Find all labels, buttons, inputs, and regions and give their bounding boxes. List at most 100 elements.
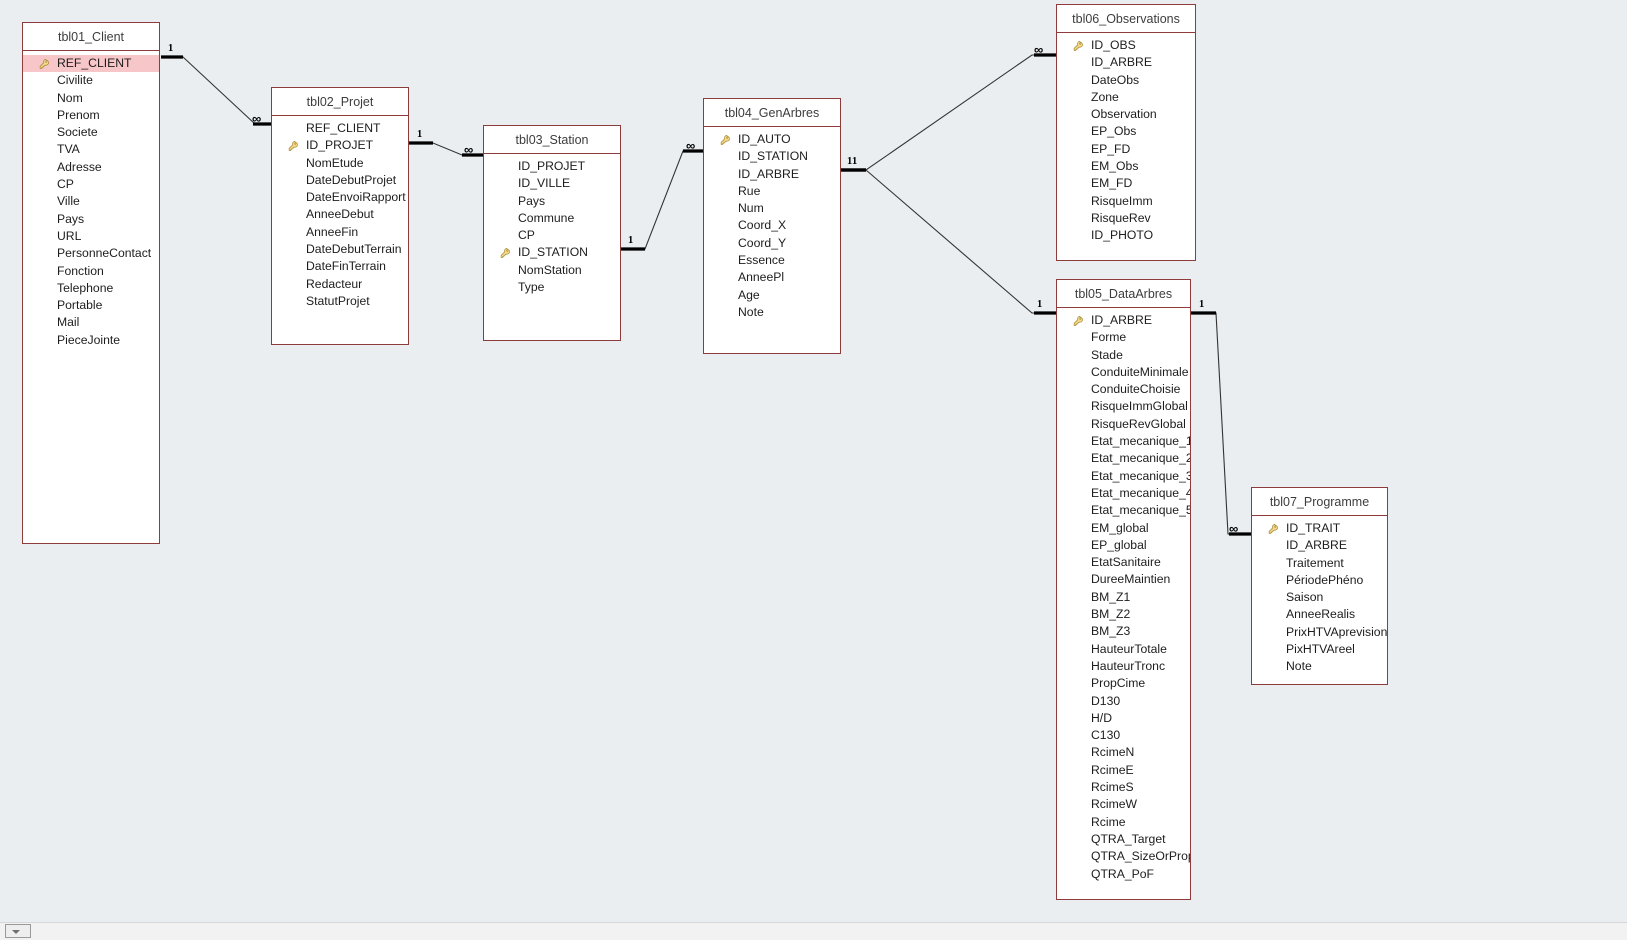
field-row[interactable]: Adresse: [23, 159, 159, 176]
field-row[interactable]: PropCime: [1057, 675, 1190, 692]
field-row[interactable]: EP_Obs: [1057, 123, 1195, 140]
field-row[interactable]: RcimeN: [1057, 744, 1190, 761]
field-row[interactable]: DureeMaintien: [1057, 571, 1190, 588]
field-row[interactable]: Note: [1252, 658, 1387, 675]
field-row[interactable]: RisqueRevGlobal: [1057, 416, 1190, 433]
field-row[interactable]: EM_FD: [1057, 175, 1195, 192]
field-row[interactable]: Age: [704, 287, 840, 304]
field-row[interactable]: BM_Z3: [1057, 623, 1190, 640]
field-row[interactable]: Num: [704, 200, 840, 217]
field-row[interactable]: AnneeDebut: [272, 206, 408, 223]
field-row[interactable]: DateDebutTerrain: [272, 241, 408, 258]
field-row[interactable]: PériodePhéno: [1252, 572, 1387, 589]
table-title-tbl03[interactable]: tbl03_Station: [484, 126, 620, 154]
field-row[interactable]: DateEnvoiRapport: [272, 189, 408, 206]
field-row[interactable]: ID_ARBRE: [1057, 54, 1195, 71]
field-row[interactable]: PrixHTVAprevision: [1252, 624, 1387, 641]
field-row[interactable]: C130: [1057, 727, 1190, 744]
field-row[interactable]: Pays: [23, 211, 159, 228]
scroll-nub-icon[interactable]: [5, 924, 31, 938]
field-row[interactable]: DateFinTerrain: [272, 258, 408, 275]
field-row[interactable]: REF_CLIENT: [23, 55, 159, 73]
table-title-tbl05[interactable]: tbl05_DataArbres: [1057, 280, 1190, 308]
field-row[interactable]: Ville: [23, 193, 159, 210]
field-row[interactable]: NomStation: [484, 262, 620, 279]
table-box-tbl05[interactable]: tbl05_DataArbres ID_ARBRE Forme Stade Condui…: [1056, 279, 1191, 900]
field-row[interactable]: EM_global: [1057, 520, 1190, 537]
table-title-tbl04[interactable]: tbl04_GenArbres: [704, 99, 840, 127]
field-row[interactable]: Pays: [484, 193, 620, 210]
field-row[interactable]: Etat_mecanique_5: [1057, 502, 1190, 519]
field-row[interactable]: RcimeW: [1057, 796, 1190, 813]
field-row[interactable]: Societe: [23, 124, 159, 141]
field-row[interactable]: ID_ARBRE: [1252, 537, 1387, 554]
field-row[interactable]: Observation: [1057, 106, 1195, 123]
field-row[interactable]: Forme: [1057, 329, 1190, 346]
field-row[interactable]: Etat_mecanique_2: [1057, 450, 1190, 467]
field-row[interactable]: Coord_Y: [704, 235, 840, 252]
field-row[interactable]: Etat_mecanique_3: [1057, 468, 1190, 485]
field-row[interactable]: Coord_X: [704, 217, 840, 234]
field-row[interactable]: BM_Z1: [1057, 589, 1190, 606]
field-row[interactable]: PixHTVAreel: [1252, 641, 1387, 658]
field-row[interactable]: H/D: [1057, 710, 1190, 727]
field-row[interactable]: ID_ARBRE: [1057, 312, 1190, 329]
field-row[interactable]: Redacteur: [272, 276, 408, 293]
field-row[interactable]: Essence: [704, 252, 840, 269]
field-row[interactable]: ID_VILLE: [484, 175, 620, 192]
field-row[interactable]: AnneeRealis: [1252, 606, 1387, 623]
field-row[interactable]: ID_PHOTO: [1057, 227, 1195, 244]
field-row[interactable]: Rue: [704, 183, 840, 200]
field-row[interactable]: Mail: [23, 314, 159, 331]
field-row[interactable]: PersonneContact: [23, 245, 159, 262]
field-row[interactable]: ID_AUTO: [704, 131, 840, 148]
field-row[interactable]: Type: [484, 279, 620, 296]
field-row[interactable]: QTRA_Target: [1057, 831, 1190, 848]
field-row[interactable]: DateObs: [1057, 72, 1195, 89]
field-row[interactable]: CP: [23, 176, 159, 193]
field-row[interactable]: PieceJointe: [23, 332, 159, 349]
field-row[interactable]: Note: [704, 304, 840, 321]
field-row[interactable]: QTRA_SizeOrPropert: [1057, 848, 1190, 865]
field-row[interactable]: EP_global: [1057, 537, 1190, 554]
field-row[interactable]: Commune: [484, 210, 620, 227]
table-title-tbl07[interactable]: tbl07_Programme: [1252, 488, 1387, 516]
field-row[interactable]: Zone: [1057, 89, 1195, 106]
field-row[interactable]: ID_PROJET: [484, 158, 620, 175]
field-row[interactable]: HauteurTotale: [1057, 641, 1190, 658]
field-row[interactable]: D130: [1057, 693, 1190, 710]
field-row[interactable]: RisqueImm: [1057, 193, 1195, 210]
field-row[interactable]: ID_OBS: [1057, 37, 1195, 54]
field-row[interactable]: REF_CLIENT: [272, 120, 408, 137]
field-row[interactable]: CP: [484, 227, 620, 244]
field-row[interactable]: EP_FD: [1057, 141, 1195, 158]
table-title-tbl06[interactable]: tbl06_Observations: [1057, 5, 1195, 33]
field-row[interactable]: ID_PROJET: [272, 137, 408, 154]
field-row[interactable]: Nom: [23, 90, 159, 107]
field-row[interactable]: Saison: [1252, 589, 1387, 606]
table-box-tbl01[interactable]: tbl01_Client REF_CLIENT Civilite Nom Prenom S…: [22, 22, 160, 544]
table-title-tbl02[interactable]: tbl02_Projet: [272, 88, 408, 116]
field-row[interactable]: ConduiteMinimale: [1057, 364, 1190, 381]
field-row[interactable]: Telephone: [23, 280, 159, 297]
field-row[interactable]: AnneePl: [704, 269, 840, 286]
field-row[interactable]: RisqueRev: [1057, 210, 1195, 227]
field-row[interactable]: ID_TRAIT: [1252, 520, 1387, 537]
field-row[interactable]: ConduiteChoisie: [1057, 381, 1190, 398]
field-row[interactable]: RcimeS: [1057, 779, 1190, 796]
field-row[interactable]: Stade: [1057, 347, 1190, 364]
field-row[interactable]: Fonction: [23, 263, 159, 280]
horizontal-scrollbar[interactable]: [0, 922, 1627, 940]
field-row[interactable]: Civilite: [23, 72, 159, 89]
table-box-tbl07[interactable]: tbl07_Programme ID_TRAIT ID_ARBRE Traitemen…: [1251, 487, 1388, 685]
table-box-tbl03[interactable]: tbl03_Station ID_PROJET ID_VILLE Pays Commun…: [483, 125, 621, 341]
field-row[interactable]: StatutProjet: [272, 293, 408, 310]
table-box-tbl04[interactable]: tbl04_GenArbres ID_AUTO ID_STATION ID_ARBRE…: [703, 98, 841, 354]
field-row[interactable]: ID_STATION: [484, 244, 620, 261]
field-row[interactable]: Portable: [23, 297, 159, 314]
table-title-tbl01[interactable]: tbl01_Client: [23, 23, 159, 51]
field-row[interactable]: EM_Obs: [1057, 158, 1195, 175]
table-box-tbl06[interactable]: tbl06_Observations ID_OBS ID_ARBRE DateObs Z…: [1056, 4, 1196, 261]
field-row[interactable]: EtatSanitaire: [1057, 554, 1190, 571]
field-row[interactable]: ID_STATION: [704, 148, 840, 165]
